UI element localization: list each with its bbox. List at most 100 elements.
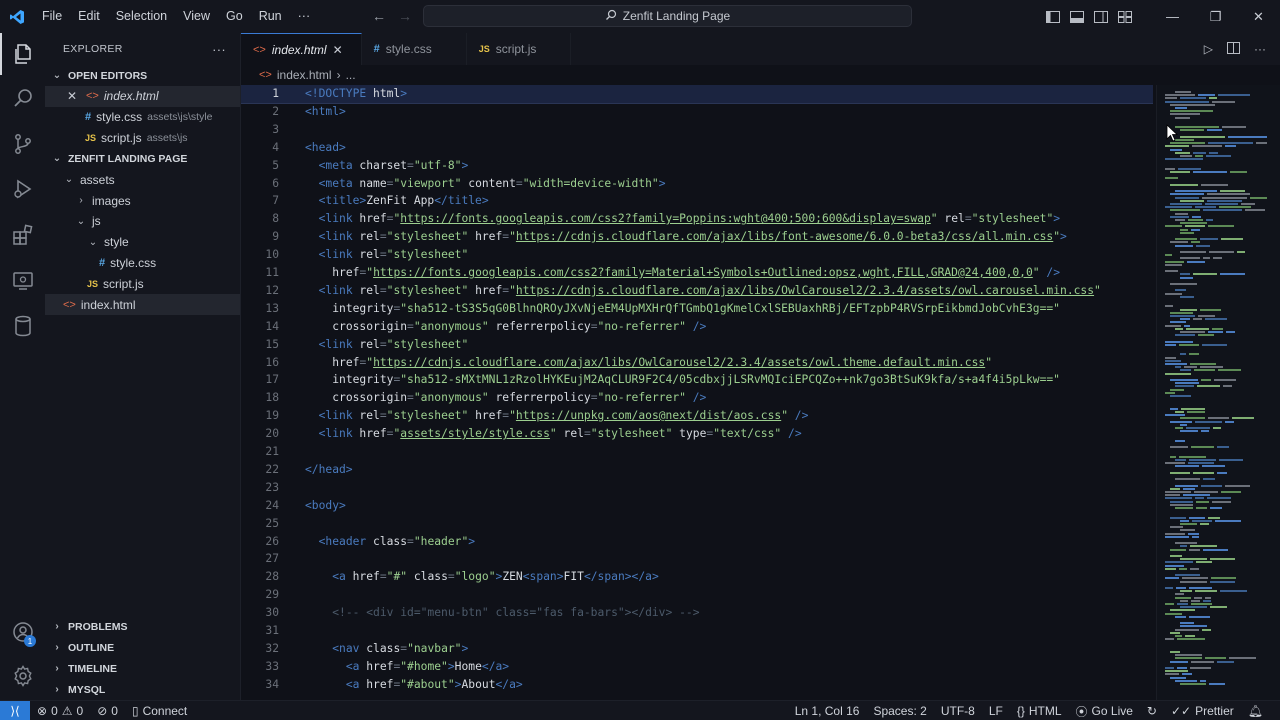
menu-item[interactable]: Run [251,0,290,33]
code-line[interactable]: 3 [241,121,1153,139]
code-line[interactable]: 17 integrity="sha512-sMXtMNL1zRzolHYKEuj… [241,371,1153,389]
open-editors-section[interactable]: ⌄ OPEN EDITORS [45,65,240,86]
prettier-status[interactable]: ✓✓ Prettier [1164,704,1241,718]
toggle-secondary-sidebar-icon[interactable] [1089,0,1113,33]
settings-gear-icon[interactable] [0,655,45,697]
source-control-icon[interactable] [0,123,45,165]
code-line[interactable]: 32 <nav class="navbar"> [241,640,1153,658]
close-window-icon[interactable]: ✕ [1237,0,1280,33]
menu-item[interactable]: ··· [290,0,319,33]
cursor-position[interactable]: Ln 1, Col 16 [788,704,867,718]
code-line[interactable]: 25 [241,515,1153,533]
tree-item[interactable]: ⌄ style [45,232,240,253]
open-editor-item[interactable]: JS script.js assets\js [45,128,240,149]
run-debug-icon[interactable] [0,168,45,210]
menu-item[interactable]: File [34,0,70,33]
tree-item[interactable]: <> index.html [45,294,240,315]
run-file-icon[interactable]: ▷ [1204,42,1213,56]
panel-section-problems[interactable]: › PROBLEMS [45,616,241,637]
code-line[interactable]: 14 crossorigin="anonymous" referrerpolic… [241,318,1153,336]
code-line[interactable]: 2 <html> [241,103,1153,121]
toggle-panel-icon[interactable] [1065,0,1089,33]
code-line[interactable]: 33 <a href="#home">Home</a> [241,658,1153,676]
code-editor[interactable]: 1 <!DOCTYPE html> 2 <html> 3 4 <head> 5 <meta c… [241,85,1153,700]
code-line[interactable]: 10 <link rel="stylesheet" [241,246,1153,264]
tree-item[interactable]: ⌄ assets [45,169,240,190]
code-line[interactable]: 12 <link rel="stylesheet" href="https://… [241,282,1153,300]
command-center-search[interactable]: Zenfit Landing Page [423,5,912,27]
code-line[interactable]: 20 <link href="assets/style/style.css" r… [241,425,1153,443]
search-sidebar-icon[interactable] [0,77,45,119]
code-line[interactable]: 13 integrity="sha512-tS3S5qG0BlhnQROyJXv… [241,300,1153,318]
code-line[interactable]: 5 <meta charset="utf-8"> [241,157,1153,175]
indentation[interactable]: Spaces: 2 [866,704,933,718]
problems-status[interactable]: ⊗ 0 ⚠ 0 [30,704,90,718]
tree-item[interactable]: › images [45,190,240,211]
panel-section-mysql[interactable]: › MYSQL [45,679,241,700]
customize-layout-icon[interactable] [1113,0,1137,33]
go-live-button[interactable]: ⦿ Go Live [1069,703,1140,720]
language-mode[interactable]: {} HTML [1010,704,1069,718]
code-line[interactable]: 7 <title>ZenFit App</title> [241,192,1153,210]
code-line[interactable]: 6 <meta name="viewport" content="width=d… [241,175,1153,193]
code-line[interactable]: 31 [241,622,1153,640]
remote-icon[interactable]: ⟩⟨ [0,700,30,720]
close-icon[interactable]: ✕ [67,89,81,103]
panel-section-outline[interactable]: › OUTLINE [45,637,241,658]
database-icon[interactable] [0,305,45,347]
breadcrumb-symbol[interactable]: ... [346,68,356,82]
remote-explorer-icon[interactable] [0,260,45,302]
tab-script-js[interactable]: JS script.js [467,33,572,65]
minimap[interactable] [1156,85,1280,700]
code-line[interactable]: 4 <head> [241,139,1153,157]
code-line[interactable]: 34 <a href="#about">About</a> [241,676,1153,694]
tree-item[interactable]: ⌄ js [45,211,240,232]
explorer-more-icon[interactable]: ··· [212,42,226,57]
code-line[interactable]: 1 <!DOCTYPE html> [241,85,1153,104]
account-icon[interactable]: 1 [0,611,45,653]
code-line[interactable]: 22 </head> [241,461,1153,479]
menu-item[interactable]: Edit [70,0,108,33]
tab-style-css[interactable]: # style.css [362,33,467,65]
code-line[interactable]: 19 <link rel="stylesheet" href="https://… [241,407,1153,425]
tab-index-html[interactable]: <> index.html ✕ [241,33,362,65]
end-of-line[interactable]: LF [982,704,1010,718]
code-line[interactable]: 16 href="https://cdnjs.cloudflare.com/aj… [241,354,1153,372]
open-editor-item[interactable]: ✕ <> index.html [45,86,240,107]
open-editor-item[interactable]: # style.css assets\js\style [45,107,240,128]
panel-section-timeline[interactable]: › TIMELINE [45,658,241,679]
code-line[interactable]: 24 <body> [241,497,1153,515]
more-actions-icon[interactable]: ··· [1254,42,1266,56]
ports-status[interactable]: ⊘ 0 [90,704,125,718]
code-line[interactable]: 21 [241,443,1153,461]
forward-arrow-icon[interactable]: → [398,8,412,24]
code-line[interactable]: 15 <link rel="stylesheet" [241,336,1153,354]
sync-icon[interactable]: ↻ [1140,704,1164,718]
code-line[interactable]: 30 <!-- <div id="menu-btn" class="fas fa… [241,604,1153,622]
maximize-icon[interactable]: ❐ [1194,0,1237,33]
encoding[interactable]: UTF-8 [934,704,982,718]
minimize-icon[interactable]: — [1151,0,1194,33]
tree-item[interactable]: # style.css [45,253,240,274]
code-line[interactable]: 9 <link rel="stylesheet" href="https://c… [241,228,1153,246]
code-line[interactable]: 27 [241,550,1153,568]
tree-item[interactable]: JS script.js [45,273,240,294]
extensions-icon[interactable] [0,214,45,256]
code-line[interactable]: 29 [241,586,1153,604]
code-line[interactable]: 8 <link href = "https://fonts.googleapis.c… [241,210,1153,228]
tab-close-icon[interactable]: ✕ [333,43,347,57]
explorer-icon[interactable] [0,33,45,75]
code-line[interactable]: 11 href="https://fonts.googleapis.com/cs… [241,264,1153,282]
project-section[interactable]: ⌄ ZENFIT LANDING PAGE [45,148,240,169]
toggle-primary-sidebar-icon[interactable] [1041,0,1065,33]
code-line[interactable]: 18 crossorigin="anonymous" referrerpolic… [241,389,1153,407]
code-line[interactable]: 23 [241,479,1153,497]
back-arrow-icon[interactable]: ← [372,8,386,24]
menu-item[interactable]: View [175,0,218,33]
split-editor-icon[interactable] [1227,41,1240,57]
menu-item[interactable]: Selection [108,0,175,33]
menu-item[interactable]: Go [218,0,251,33]
code-line[interactable]: 28 <a href="#" class="logo">ZEN<span>FIT… [241,568,1153,586]
code-line[interactable]: 26 <header class="header"> [241,533,1153,551]
connect-status[interactable]: ▯ Connect [125,704,194,718]
